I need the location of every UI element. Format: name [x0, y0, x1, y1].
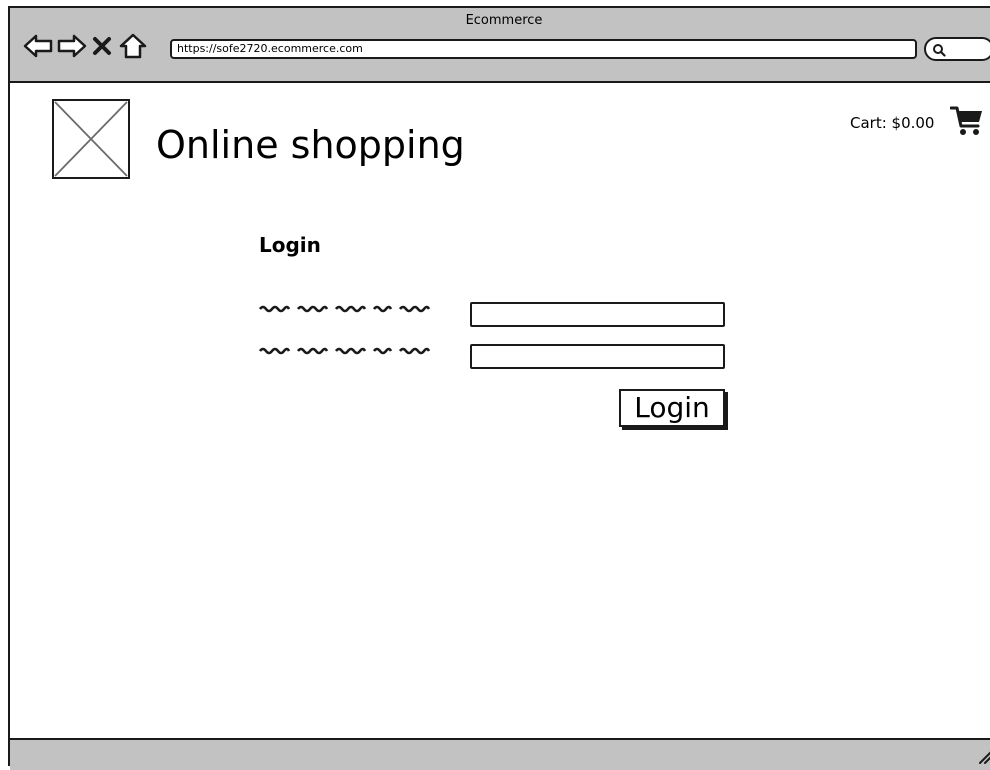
password-input[interactable]: [470, 344, 725, 369]
search-icon: [932, 42, 946, 57]
window-title: Ecommerce: [465, 13, 543, 28]
login-button[interactable]: Login: [619, 389, 725, 427]
address-bar[interactable]: https://sofe2720.ecommerce.com: [170, 39, 917, 59]
close-icon[interactable]: [90, 31, 118, 61]
login-heading: Login: [259, 233, 321, 257]
browser-search-field[interactable]: [924, 37, 990, 61]
browser-titlebar: Ecommerce https://sofe2720.ecommerce.com: [10, 8, 990, 83]
forward-arrow-icon[interactable]: [56, 31, 90, 61]
cart-summary[interactable]: Cart: $0.00: [850, 106, 984, 137]
logo-image-placeholder: [52, 99, 130, 179]
site-title: Online shopping: [156, 123, 465, 167]
username-field-label: [258, 301, 438, 315]
password-field-label: [258, 343, 438, 357]
browser-window: Ecommerce https://sofe2720.ecommerce.com…: [8, 6, 990, 770]
back-arrow-icon[interactable]: [22, 31, 56, 61]
resize-grip-icon[interactable]: [976, 748, 990, 764]
browser-statusbar: [10, 738, 990, 770]
page-content: Online shopping Cart: $0.00 Login Login: [10, 83, 990, 738]
browser-nav-controls: [22, 30, 152, 62]
home-icon[interactable]: [118, 31, 152, 61]
cart-total-label: Cart: $0.00: [850, 114, 935, 132]
username-input[interactable]: [470, 302, 725, 327]
shopping-cart-icon[interactable]: [949, 105, 984, 137]
